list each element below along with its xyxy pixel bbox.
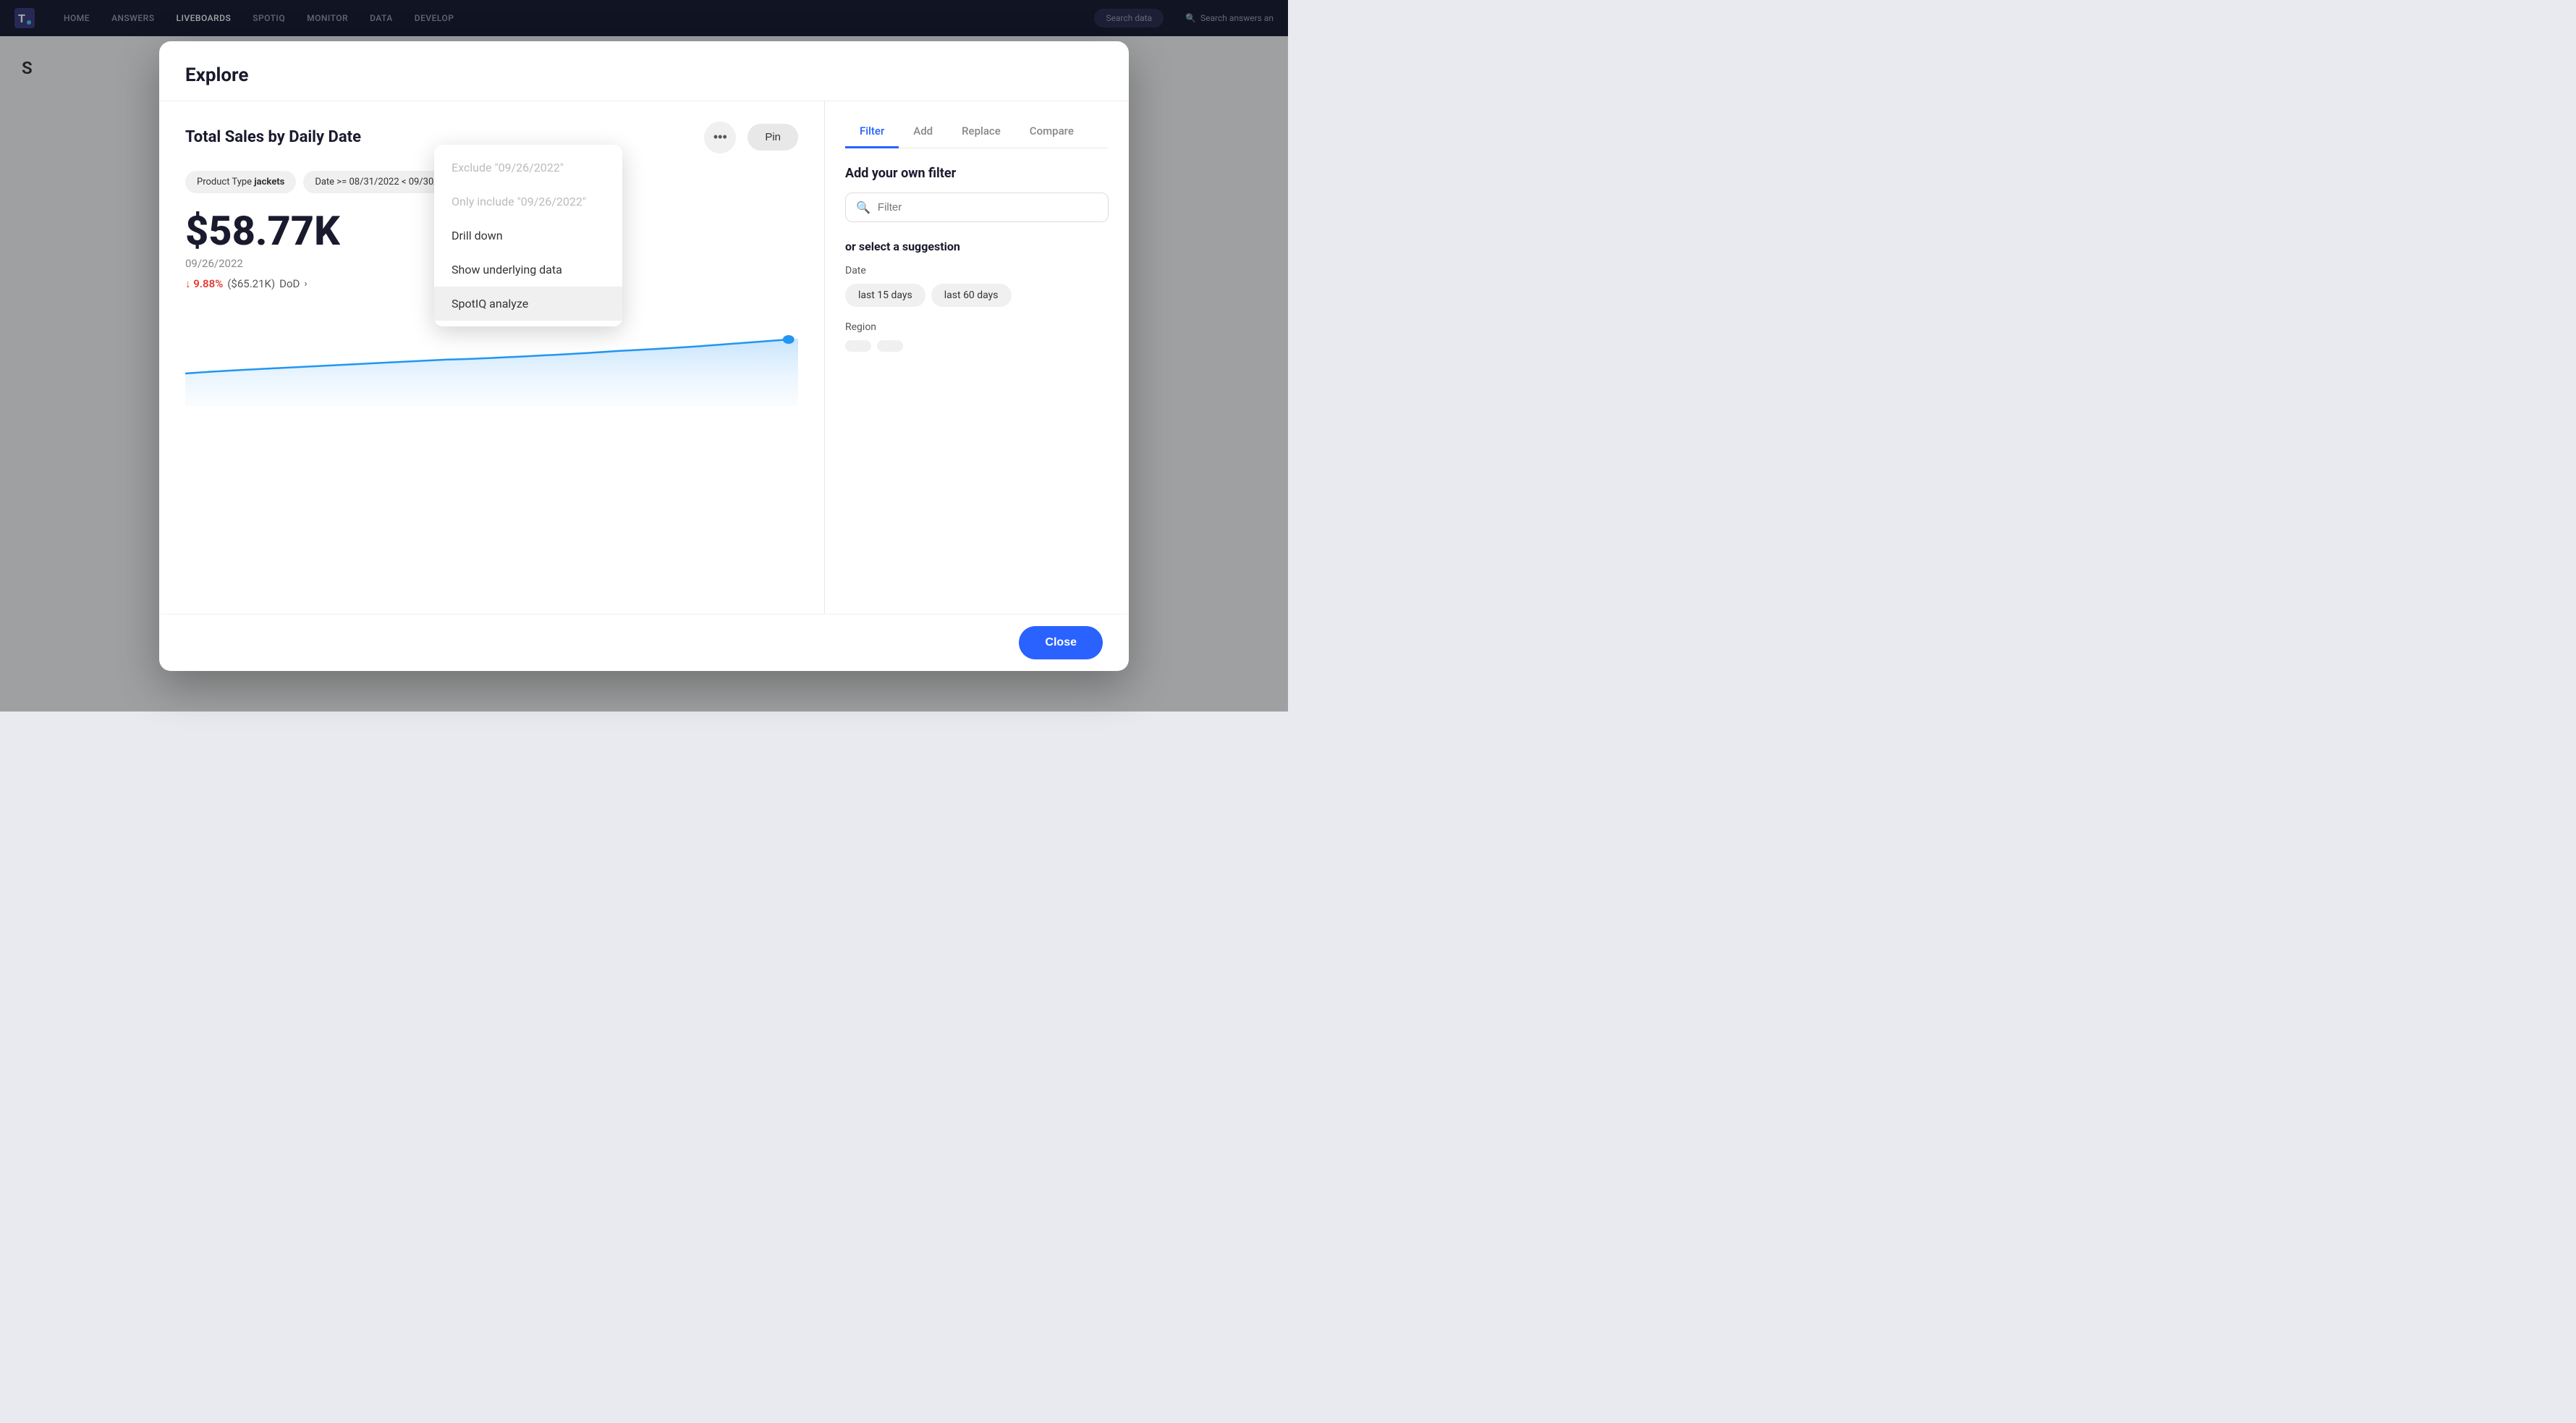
modal-title: Explore [185,64,1103,86]
kpi-change-pct: ↓ 9.88% [185,277,223,290]
suggestion-title: or select a suggestion [845,240,1109,253]
kpi-change-amount: ($65.21K) [227,277,275,290]
modal-footer: Close [159,614,1129,671]
explore-modal: Explore Total Sales by Daily Date ••• Pi… [159,41,1129,671]
tab-compare[interactable]: Compare [1015,116,1088,148]
more-options-button[interactable]: ••• [704,122,736,153]
context-menu: Exclude "09/26/2022" Only include "09/26… [434,145,622,326]
filter-search-input[interactable] [878,201,1098,214]
chip-last-60-days[interactable]: last 60 days [931,284,1012,307]
context-drill-down[interactable]: Drill down [434,219,622,253]
filter-chip-product[interactable]: Product Type jackets [185,171,296,193]
date-chips: last 15 days last 60 days [845,284,1109,307]
tab-filter[interactable]: Filter [845,116,899,148]
right-panel: Filter Add Replace Compare Add your own … [825,101,1129,614]
modal-backdrop: Explore Total Sales by Daily Date ••• Pi… [0,0,1288,712]
region-chips [845,340,1109,352]
filter-search-box: 🔍 [845,193,1109,222]
filter-search-icon: 🔍 [856,200,870,214]
chip-region-2[interactable] [877,340,903,352]
more-dots-icon: ••• [713,130,727,145]
close-button[interactable]: Close [1019,626,1103,659]
chart-title: Total Sales by Daily Date [185,128,692,146]
modal-header: Explore [159,41,1129,101]
context-exclude: Exclude "09/26/2022" [434,151,622,185]
tab-replace[interactable]: Replace [947,116,1015,148]
context-underlying-data[interactable]: Show underlying data [434,253,622,287]
context-include: Only include "09/26/2022" [434,185,622,219]
suggestion-group-date: Date [845,265,1109,276]
kpi-change-dod: DoD [279,277,300,290]
context-spotiq-analyze[interactable]: SpotIQ analyze [434,287,622,321]
pin-button[interactable]: Pin [747,124,798,151]
tab-add[interactable]: Add [899,116,947,148]
suggestion-group-region: Region [845,321,1109,333]
modal-body: Total Sales by Daily Date ••• Pin Produc… [159,101,1129,614]
kpi-chevron-icon: › [304,278,307,290]
chip-region-1[interactable] [845,340,871,352]
filter-section-title: Add your own filter [845,166,1109,181]
left-panel: Total Sales by Daily Date ••• Pin Produc… [159,101,825,614]
chip-last-15-days[interactable]: last 15 days [845,284,925,307]
right-panel-tabs: Filter Add Replace Compare [845,116,1109,148]
